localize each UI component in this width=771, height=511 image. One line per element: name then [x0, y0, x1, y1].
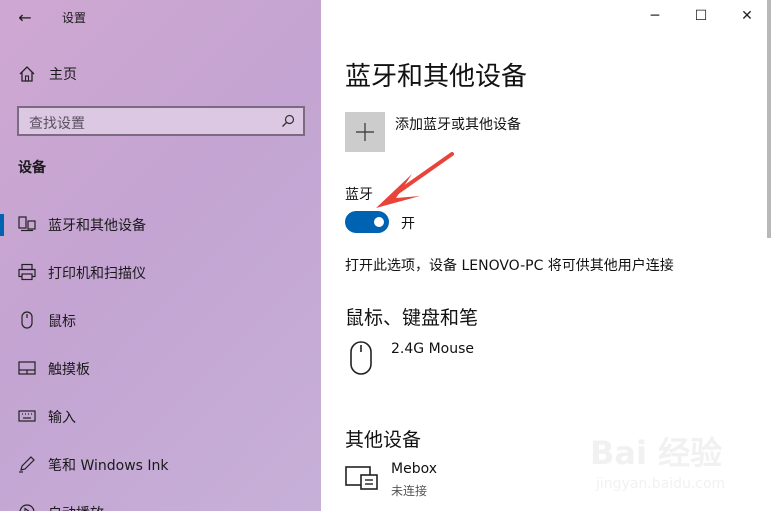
add-device-label[interactable]: 添加蓝牙或其他设备: [395, 114, 521, 134]
sidebar-item-mouse[interactable]: 鼠标: [0, 300, 321, 340]
sidebar-item-label: 鼠标: [48, 314, 76, 330]
mouse-icon: [21, 311, 33, 329]
device-name: 2.4G Mouse: [391, 341, 474, 357]
printer-icon: [18, 263, 36, 281]
sidebar: ← 设置 主页 查找设置 设备 蓝牙和其他设备 打印机和扫描仪 鼠标 触摸板 输…: [0, 0, 321, 511]
selected-indicator: [0, 214, 4, 236]
device-name: Mebox: [391, 461, 437, 477]
bluetooth-state: 开: [401, 216, 415, 232]
watermark-sub: jingyan.baidu.com: [596, 476, 726, 492]
sidebar-item-label: 打印机和扫描仪: [48, 266, 146, 282]
sidebar-item-touchpad[interactable]: 触摸板: [0, 348, 321, 388]
other-devices-section-title: 其他设备: [345, 429, 422, 451]
home-icon: [19, 66, 35, 82]
touchpad-icon: [18, 361, 36, 375]
sidebar-item-pen[interactable]: 笔和 Windows Ink: [0, 444, 321, 484]
sidebar-item-label: 自动播放: [48, 503, 104, 511]
autoplay-icon: [19, 504, 35, 511]
toggle-knob: [374, 217, 384, 227]
bluetooth-devices-icon: [18, 216, 36, 232]
sidebar-item-typing[interactable]: 输入: [0, 396, 321, 436]
sidebar-item-autoplay[interactable]: 自动播放: [0, 492, 321, 511]
device-item-mouse[interactable]: 2.4G Mouse: [345, 341, 645, 385]
mouse-icon: [350, 341, 372, 375]
back-button[interactable]: ←: [14, 8, 36, 28]
sidebar-item-label: 笔和 Windows Ink: [48, 458, 169, 474]
maximize-button[interactable]: ☐: [689, 6, 713, 26]
search-input[interactable]: 查找设置: [17, 106, 305, 136]
plus-icon: [356, 123, 374, 141]
sidebar-item-label: 蓝牙和其他设备: [48, 218, 146, 234]
device-status: 未连接: [391, 484, 428, 498]
sidebar-item-printers[interactable]: 打印机和扫描仪: [0, 252, 321, 292]
bluetooth-description: 打开此选项，设备 LENOVO-PC 将可供其他用户连接: [345, 258, 674, 274]
watermark: Bai 经验 jingyan.baidu.com: [590, 428, 760, 498]
add-device-button[interactable]: [345, 112, 385, 152]
close-button[interactable]: ✕: [735, 6, 759, 26]
watermark-main: Bai 经验: [590, 434, 723, 472]
display-device-icon: [345, 466, 378, 490]
bluetooth-label: 蓝牙: [345, 187, 373, 203]
minimize-button[interactable]: ─: [643, 6, 667, 26]
home-link[interactable]: 主页: [18, 62, 77, 86]
pen-icon: [19, 456, 35, 473]
page-title: 蓝牙和其他设备: [345, 62, 528, 92]
mouse-keyboard-pen-section-title: 鼠标、键盘和笔: [345, 307, 479, 329]
app-title: 设置: [62, 11, 87, 25]
bluetooth-toggle[interactable]: [345, 211, 389, 233]
sidebar-item-label: 输入: [48, 410, 76, 426]
search-icon: [282, 114, 295, 127]
scrollbar[interactable]: [767, 0, 771, 238]
keyboard-icon: [18, 410, 36, 422]
section-title: 设备: [18, 160, 46, 176]
search-placeholder: 查找设置: [29, 116, 85, 132]
sidebar-item-label: 触摸板: [48, 362, 90, 378]
sidebar-item-bluetooth[interactable]: 蓝牙和其他设备: [0, 204, 321, 244]
home-label: 主页: [49, 67, 77, 83]
